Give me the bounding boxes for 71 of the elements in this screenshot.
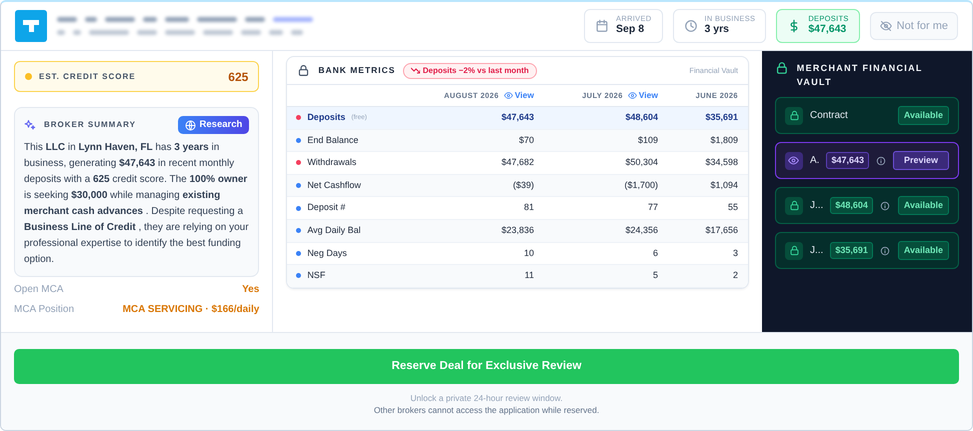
vault-item-label: J... xyxy=(810,244,824,258)
amount-tag: $48,604 xyxy=(830,196,873,214)
table-cell: 2 xyxy=(668,265,748,288)
stat-value: $47,643 xyxy=(808,22,848,37)
info-icon xyxy=(876,156,886,166)
amount-tag: $35,691 xyxy=(830,242,873,260)
table-cell: $23,836 xyxy=(416,220,544,243)
row-label: Net Cashflow xyxy=(307,178,361,192)
clock-icon xyxy=(684,19,698,33)
vault-item-label: A. xyxy=(810,154,820,168)
eye-icon xyxy=(628,91,637,100)
amount-tag: $47,643 xyxy=(826,152,869,170)
table-cell: ($39) xyxy=(416,174,544,198)
eye-icon xyxy=(504,91,513,100)
research-button[interactable]: Research xyxy=(178,116,250,134)
table-cell: 11 xyxy=(416,265,544,288)
sparkle-icon xyxy=(24,119,36,132)
summary-text: This LLC in Lynn Haven, FL has 3 years in business, generating $47,643 in recent monthly deposits with a 625 credit score. The 100% owner is seeking $30,000 while managing existing merchant cash advances . Despite requesting a Business Line of Credit , they are relying on your professional expertise to identify the best funding option. xyxy=(24,141,250,268)
table-cell: $109 xyxy=(544,130,668,152)
lock-icon xyxy=(297,64,310,77)
view-link[interactable]: View xyxy=(628,89,658,102)
logo-icon xyxy=(15,10,47,42)
row-label: Withdrawals xyxy=(307,156,356,170)
table-cell: $70 xyxy=(416,130,544,152)
fact-label: MCA Position xyxy=(14,303,74,318)
vault-title: MERCHANT FINANCIAL VAULT xyxy=(796,62,924,89)
info-icon xyxy=(880,200,890,210)
summary-title: BROKER SUMMARY xyxy=(44,119,136,132)
lock-icon xyxy=(775,61,789,75)
bank-metrics-title: BANK METRICS xyxy=(318,64,396,77)
credit-score-value: 625 xyxy=(228,68,248,86)
table-cell: $48,604 xyxy=(544,107,668,130)
footer-note: Unlock a private 24-hour review window. xyxy=(409,392,564,404)
footer-note: Other brokers cannot access the application while reserved. xyxy=(372,404,600,416)
lock-icon xyxy=(788,110,800,121)
available-button[interactable]: Available xyxy=(898,240,949,260)
table-cell: $17,656 xyxy=(668,220,748,243)
stat-value: Sep 8 xyxy=(616,22,646,37)
row-label: Avg Daily Bal xyxy=(307,224,361,238)
row-label: NSF xyxy=(307,269,326,282)
lock-icon xyxy=(788,200,800,211)
info-icon xyxy=(880,246,890,256)
fact-value: Yes xyxy=(242,283,260,298)
trend-badge: Deposits −2% vs last month xyxy=(403,62,537,78)
available-button[interactable]: Available xyxy=(898,196,949,216)
hidden-icon xyxy=(880,20,892,32)
globe-icon xyxy=(184,120,196,131)
table-cell: 5 xyxy=(544,265,668,288)
vault-item-label: J... xyxy=(810,199,824,213)
table-cell: ($1,700) xyxy=(544,174,668,198)
table-cell: $1,094 xyxy=(668,174,748,198)
status-dot xyxy=(25,73,32,80)
table-cell: $47,643 xyxy=(416,107,544,130)
view-link[interactable]: View xyxy=(504,89,534,102)
row-label: End Balance xyxy=(307,134,358,147)
table-cell: $24,356 xyxy=(544,220,668,243)
stat-value: 3 yrs xyxy=(704,22,730,37)
preview-button[interactable]: Preview xyxy=(892,150,949,170)
available-button[interactable]: Available xyxy=(898,106,949,126)
lock-icon xyxy=(788,245,800,256)
row-label: Neg Days xyxy=(307,246,347,260)
fact-value: MCA SERVICING · $166/daily xyxy=(122,303,260,318)
credit-score-label: EST. CREDIT SCORE xyxy=(39,70,136,82)
calendar-icon xyxy=(595,19,610,33)
vault-item-label: Contract xyxy=(810,109,848,123)
eye-icon xyxy=(788,155,800,166)
table-cell: $35,691 xyxy=(668,107,748,130)
table-cell: $1,809 xyxy=(668,130,748,152)
row-label: Deposit # xyxy=(307,201,346,214)
fact-label: Open MCA xyxy=(14,283,64,298)
row-label: Deposits xyxy=(307,111,346,124)
